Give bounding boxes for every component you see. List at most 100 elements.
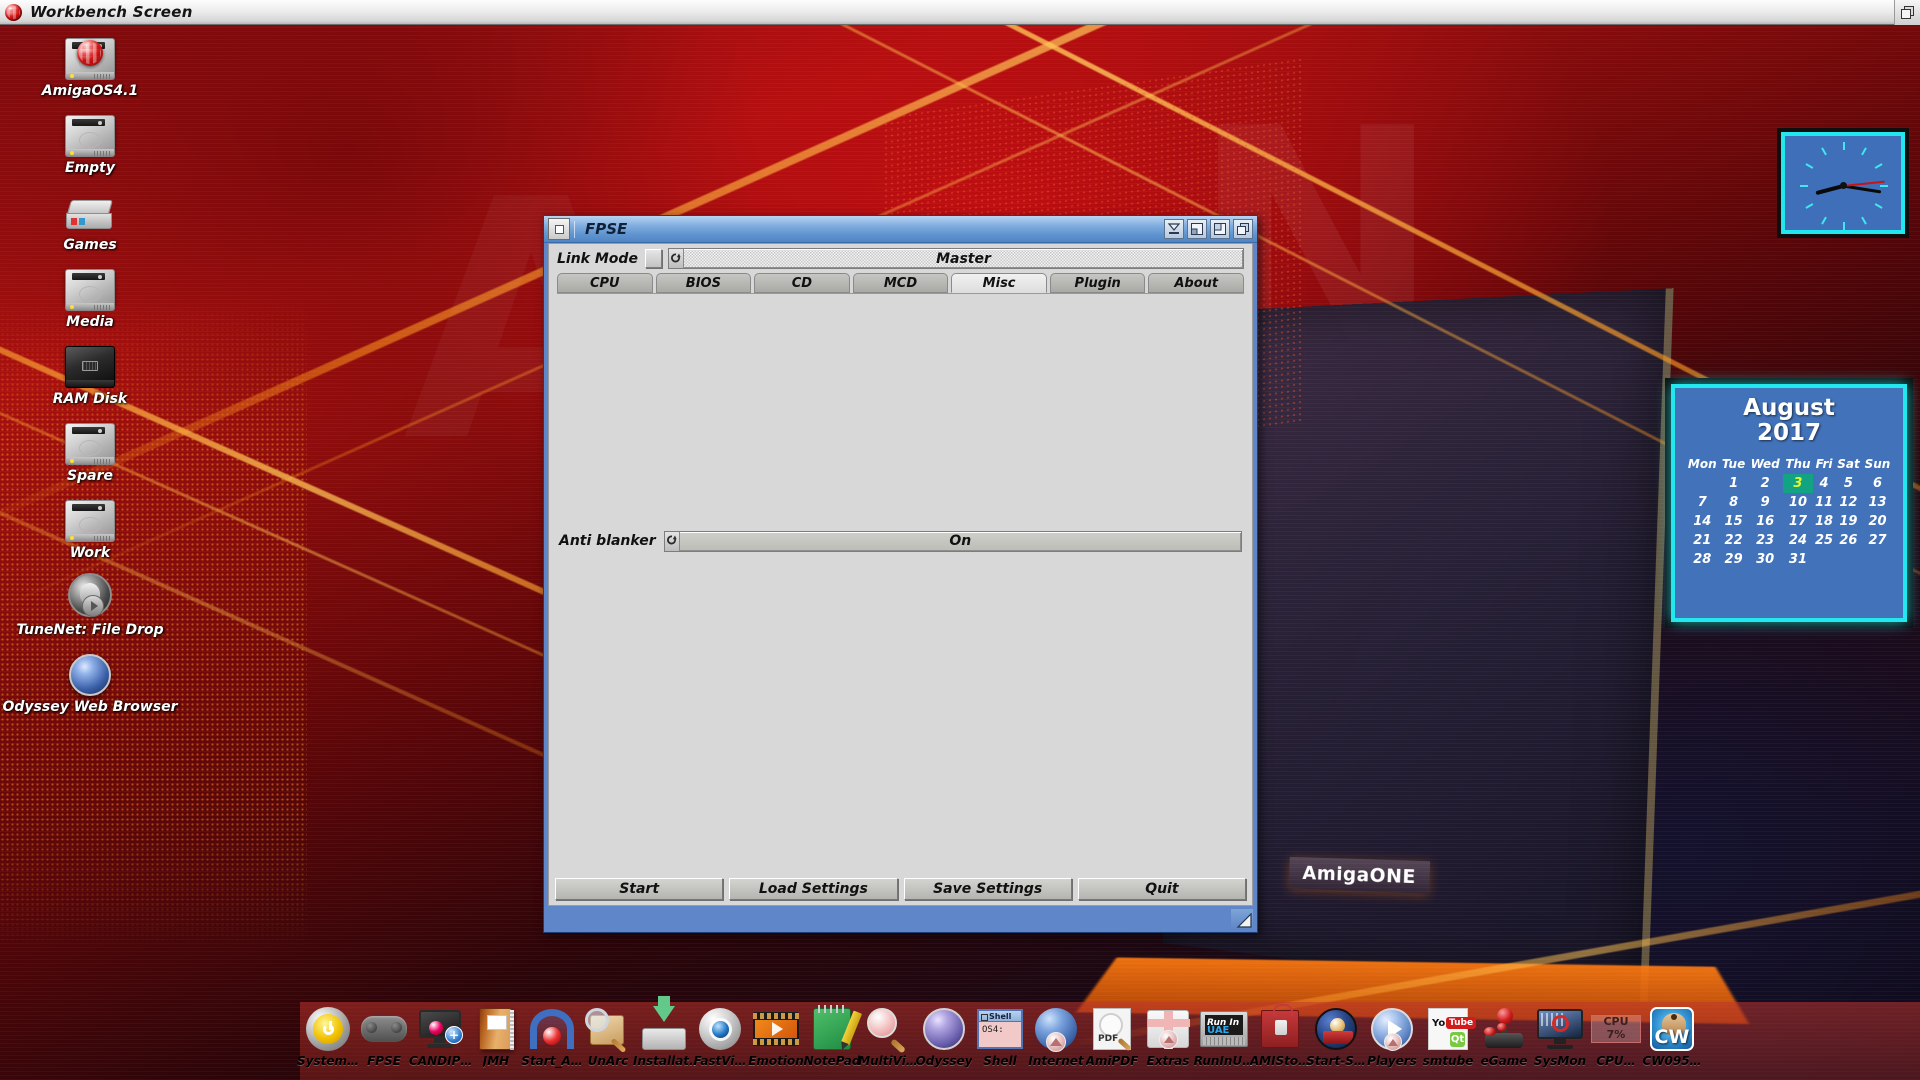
start-button[interactable]: Start bbox=[555, 878, 724, 900]
calendar-day[interactable]: 29 bbox=[1720, 550, 1748, 569]
iconify-button[interactable] bbox=[1164, 219, 1184, 239]
dock-item-start-a[interactable]: Start_A… bbox=[521, 1004, 583, 1068]
calendar-day[interactable]: 20 bbox=[1862, 512, 1893, 531]
workbench-screen-titlebar[interactable]: Workbench Screen bbox=[0, 0, 1920, 25]
tab-cpu[interactable]: CPU bbox=[557, 273, 653, 293]
tab-plugin[interactable]: Plugin bbox=[1049, 273, 1146, 293]
tab-bios[interactable]: BIOS bbox=[655, 273, 752, 293]
desktop-icon-spare[interactable]: Spare bbox=[0, 413, 180, 484]
tab-about[interactable]: About bbox=[1148, 273, 1245, 293]
dock-item-system[interactable]: System… bbox=[297, 1004, 359, 1068]
dock-item-players[interactable]: Players bbox=[1364, 1004, 1420, 1068]
calendar-day[interactable]: 6 bbox=[1862, 474, 1893, 493]
calendar-day[interactable]: 15 bbox=[1720, 512, 1748, 531]
dock-item-start-s[interactable]: Start-S… bbox=[1306, 1004, 1366, 1068]
calendar-day[interactable]: 30 bbox=[1748, 550, 1783, 569]
calendar-day[interactable]: 26 bbox=[1835, 531, 1862, 550]
link-mode-checkbox[interactable] bbox=[644, 249, 662, 268]
resize-gadget[interactable] bbox=[1231, 909, 1253, 929]
calendar-day[interactable]: 13 bbox=[1862, 493, 1893, 512]
calendar-day[interactable]: 31 bbox=[1783, 550, 1813, 569]
desktop-icon-ram-disk[interactable]: RAM Disk bbox=[0, 336, 180, 407]
calendar-widget[interactable]: August 2017 Mon Tue Wed Thu Fri Sat Sun 123456… bbox=[1665, 378, 1913, 628]
desktop-icon-odyssey-web-browser[interactable]: Odyssey Web Browser bbox=[0, 644, 180, 715]
dock-item-notepad[interactable]: NotePad bbox=[804, 1004, 863, 1068]
save-settings-button[interactable]: Save Settings bbox=[903, 878, 1072, 900]
calendar-weekday: Tue bbox=[1721, 456, 1746, 471]
desktop-icon-work[interactable]: Work bbox=[0, 490, 180, 561]
dock-item-jmh[interactable]: JMH bbox=[468, 1004, 524, 1068]
zoom-button[interactable] bbox=[1210, 219, 1230, 239]
shrink-button[interactable] bbox=[1187, 219, 1207, 239]
calendar-day[interactable]: 1 bbox=[1720, 474, 1748, 493]
calendar-day[interactable]: 12 bbox=[1835, 493, 1862, 512]
calendar-day[interactable]: 23 bbox=[1748, 531, 1783, 550]
calendar-day[interactable]: 8 bbox=[1720, 493, 1748, 512]
dock-item-egame[interactable]: eGame bbox=[1476, 1004, 1532, 1068]
dock-item-cw095[interactable]: CW CW095… bbox=[1642, 1004, 1702, 1068]
dock-item-amipdf[interactable]: PDF AmiPDF bbox=[1084, 1004, 1140, 1068]
calendar-day[interactable]: 19 bbox=[1835, 512, 1862, 531]
dock-item-shell[interactable]: Shell OS4: Shell bbox=[972, 1004, 1028, 1068]
calendar-day[interactable]: 5 bbox=[1835, 474, 1862, 493]
desktop-icon-games[interactable]: Games bbox=[0, 182, 180, 253]
dock-item-cpu[interactable]: CPU 7% CPU… bbox=[1588, 1004, 1644, 1068]
link-mode-cycle[interactable]: Master bbox=[667, 248, 1244, 269]
dock-item-candip[interactable]: + CANDIP… bbox=[409, 1004, 471, 1068]
desktop-icon-media[interactable]: Media bbox=[0, 259, 180, 330]
dock-item-internet[interactable]: Internet bbox=[1028, 1004, 1084, 1068]
dock-item-smtube[interactable]: You Tube Qt smtube bbox=[1420, 1004, 1477, 1068]
desktop-icon-tunenet-file-drop[interactable]: TuneNet: File Drop bbox=[0, 567, 180, 638]
tab-mcd[interactable]: MCD bbox=[852, 273, 949, 293]
close-gadget[interactable] bbox=[548, 218, 570, 240]
tab-cd[interactable]: CD bbox=[754, 273, 850, 293]
dock-item-sysmon[interactable]: SysMon bbox=[1532, 1004, 1588, 1068]
dock-item-label: JMH bbox=[482, 1054, 510, 1068]
calendar-day[interactable]: 25 bbox=[1813, 531, 1835, 550]
dock-item-runinuae[interactable]: Run In UAE RunInU… bbox=[1194, 1004, 1254, 1068]
desktop-icon-amigaos41[interactable]: AmigaOS4.1 bbox=[0, 28, 180, 99]
load-settings-button[interactable]: Load Settings bbox=[729, 878, 898, 900]
dock-item-fastview[interactable]: FastVi… bbox=[692, 1004, 748, 1068]
screen-depth-gadget[interactable] bbox=[1894, 0, 1920, 25]
calendar-day[interactable]: 21 bbox=[1685, 531, 1720, 550]
calendar-day-empty bbox=[1685, 474, 1720, 493]
dock-item-multiview[interactable]: MultiVi… bbox=[858, 1004, 918, 1068]
calendar-day[interactable]: 9 bbox=[1748, 493, 1783, 512]
runinuae-icon: Run In UAE bbox=[1200, 1004, 1248, 1054]
dock-item-unarc[interactable]: UnArc bbox=[580, 1004, 636, 1068]
dock-item-emotion[interactable]: Emotion bbox=[748, 1004, 804, 1068]
fpse-titlebar[interactable]: FPSE bbox=[544, 216, 1257, 243]
calendar-day[interactable]: 27 bbox=[1862, 531, 1893, 550]
calendar-day[interactable]: 24 bbox=[1783, 531, 1813, 550]
calendar-day[interactable]: 10 bbox=[1783, 493, 1813, 512]
calendar-day[interactable]: 2 bbox=[1748, 474, 1783, 493]
dock-item-odyssey[interactable]: Odyssey bbox=[916, 1004, 972, 1068]
dock-item-extras[interactable]: Extras bbox=[1140, 1004, 1196, 1068]
dock-item-fpse[interactable]: FPSE bbox=[356, 1004, 412, 1068]
calendar-day[interactable]: 11 bbox=[1813, 493, 1835, 512]
fpse-window[interactable]: FPSE Link Mode Master CPU BIOS CD MCD Mi… bbox=[543, 215, 1258, 933]
tab-misc[interactable]: Misc bbox=[951, 273, 1047, 293]
calendar-day[interactable]: 18 bbox=[1813, 512, 1835, 531]
anti-blanker-cycle[interactable]: On bbox=[663, 530, 1242, 552]
cw-label: CW bbox=[1654, 1026, 1690, 1048]
calendar-day[interactable]: 28 bbox=[1685, 550, 1720, 569]
harddisk-icon bbox=[65, 105, 115, 157]
dock-item-installation[interactable]: Installat… bbox=[633, 996, 695, 1068]
calendar-day[interactable]: 14 bbox=[1685, 512, 1720, 531]
calendar-day[interactable]: 17 bbox=[1783, 512, 1813, 531]
amiga-ball-icon bbox=[5, 3, 22, 21]
clock-second-hand bbox=[1842, 180, 1885, 187]
depth-button[interactable] bbox=[1233, 219, 1253, 239]
desktop-icon-empty[interactable]: Empty bbox=[0, 105, 180, 176]
analog-clock-widget[interactable] bbox=[1777, 128, 1909, 238]
calendar-day[interactable]: 22 bbox=[1720, 531, 1748, 550]
calendar-day[interactable]: 7 bbox=[1685, 493, 1720, 512]
dock-item-amistore[interactable]: AMISto… bbox=[1250, 1004, 1310, 1068]
quit-button[interactable]: Quit bbox=[1077, 878, 1246, 900]
calendar-day[interactable]: 3 bbox=[1782, 473, 1814, 493]
desktop-icon-label: Work bbox=[69, 545, 111, 561]
calendar-day[interactable]: 16 bbox=[1748, 512, 1783, 531]
calendar-day[interactable]: 4 bbox=[1813, 474, 1835, 493]
